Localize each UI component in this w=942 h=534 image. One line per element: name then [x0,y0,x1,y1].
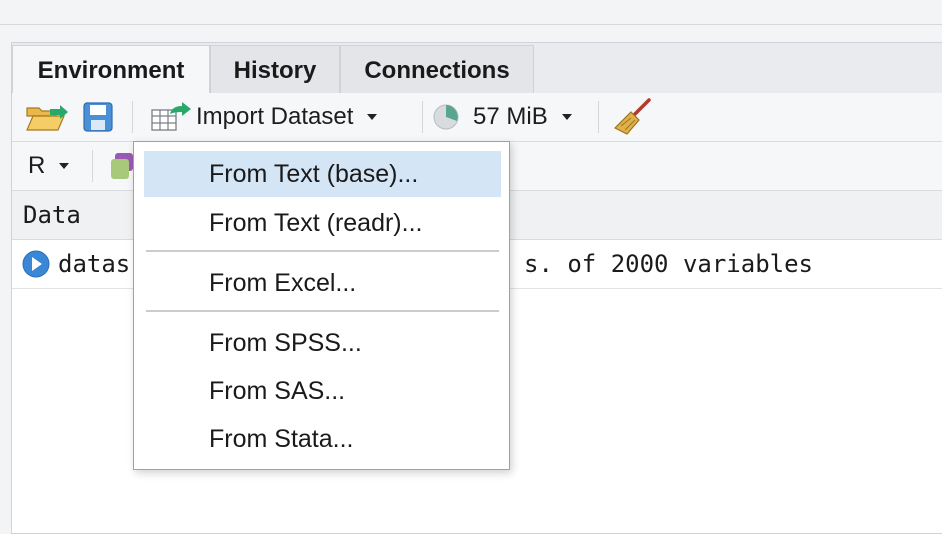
toolbar-divider [132,101,133,133]
chevron-down-icon [59,163,70,169]
load-workspace-button[interactable] [24,93,70,141]
chevron-down-icon [561,114,572,120]
menu-item-from-sas[interactable]: From SAS... [144,368,501,414]
language-select[interactable]: R [28,142,70,190]
data-header-label: Data [23,201,81,229]
top-divider [0,24,942,25]
environment-select[interactable] [109,142,135,190]
import-dataset-label: Import Dataset [196,103,354,130]
language-label: R [28,152,46,179]
menu-divider [146,310,499,312]
clear-workspace-button[interactable] [613,93,653,141]
object-description: s. of 2000 variables [524,250,813,278]
tab-history[interactable]: History [210,45,340,93]
memory-usage-label: 57 MiB [473,103,548,130]
import-dataset-menu: From Text (base)... From Text (readr)...… [133,141,510,470]
toolbar-divider [92,150,93,182]
environment-icon [111,153,133,179]
expand-play-icon[interactable] [22,250,50,278]
menu-item-from-stata[interactable]: From Stata... [144,416,501,462]
tab-connections[interactable]: Connections [340,45,534,93]
import-table-icon [151,102,191,131]
broom-icon [613,98,651,135]
tab-environment[interactable]: Environment [12,45,210,95]
chevron-down-icon [367,114,378,120]
menu-item-from-text-base[interactable]: From Text (base)... [144,151,501,197]
menu-item-from-spss[interactable]: From SPSS... [144,320,501,366]
open-folder-icon [26,105,68,131]
object-name: datas [58,250,131,278]
tab-bar: Environment History Connections [12,43,942,95]
environment-toolbar: Import Dataset 57 MiB [12,93,942,142]
memory-pie-icon [433,104,459,130]
memory-usage-button[interactable]: 57 MiB [432,93,572,141]
save-workspace-button[interactable] [82,93,114,141]
menu-item-from-text-readr[interactable]: From Text (readr)... [144,200,501,246]
import-dataset-button[interactable]: Import Dataset [150,93,378,141]
menu-divider [146,250,499,252]
save-disk-icon [83,102,113,132]
menu-item-from-excel[interactable]: From Excel... [144,260,501,306]
toolbar-divider [422,101,423,133]
toolbar-divider [598,101,599,133]
